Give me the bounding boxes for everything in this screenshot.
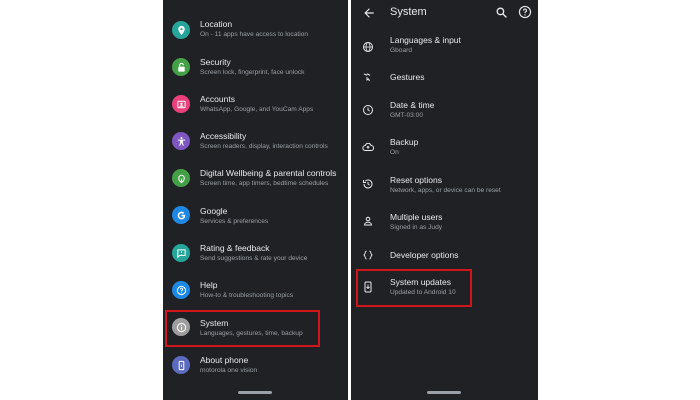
page-title: System (390, 6, 427, 18)
item-title: Digital Wellbeing & parental controls (200, 168, 337, 178)
item-title: Security (200, 57, 231, 67)
settings-item-about-phone[interactable]: About phone motorola one vision (163, 348, 348, 385)
history-icon (362, 177, 374, 189)
item-title: Rating & feedback (200, 243, 270, 253)
item-subtitle: Gboard (390, 47, 412, 54)
item-subtitle: How-to & troubleshooting topics (200, 292, 294, 299)
item-subtitle: GMT-03:00 (390, 112, 423, 119)
settings-item-digital-wellbeing[interactable]: Digital Wellbeing & parental controls Sc… (163, 161, 348, 198)
item-title: Multiple users (390, 212, 443, 222)
cloud-backup-icon (362, 140, 375, 152)
feedback-icon (172, 244, 190, 262)
help-icon[interactable] (518, 5, 532, 19)
item-subtitle: Screen time, app timers, bedtime schedul… (200, 180, 329, 187)
item-title: About phone (200, 355, 249, 365)
item-title: Location (200, 19, 233, 29)
system-item-backup[interactable]: Backup On (351, 130, 538, 167)
search-icon[interactable] (495, 6, 508, 19)
settings-item-accessibility[interactable]: Accessibility Screen readers, display, i… (163, 124, 348, 161)
settings-item-rating-feedback[interactable]: Rating & feedback Send suggestions & rat… (163, 236, 348, 273)
item-title: Languages & input (390, 35, 461, 45)
item-title: Developer options (390, 250, 459, 260)
item-subtitle: Screen readers, display, interaction con… (200, 143, 328, 150)
code-braces-icon (362, 248, 374, 260)
settings-item-accounts[interactable]: Accounts WhatsApp, Google, and YouCam Ap… (163, 87, 348, 124)
system-item-languages-input[interactable]: Languages & input Gboard (351, 28, 538, 65)
item-subtitle: Screen lock, fingerprint, face unlock (200, 69, 305, 76)
system-highlight-box (165, 310, 320, 347)
item-subtitle: On (390, 149, 399, 156)
item-subtitle: motorola one vision (200, 367, 258, 374)
item-title: Gestures (390, 72, 425, 82)
settings-item-security[interactable]: Security Screen lock, fingerprint, face … (163, 50, 348, 87)
clock-icon (362, 103, 374, 115)
gesture-icon (362, 70, 374, 82)
item-subtitle: On - 11 apps have access to location (200, 31, 309, 38)
system-screen: System Languages & input Gboard Gestures… (351, 0, 538, 400)
item-title: Google (200, 206, 228, 216)
system-item-reset-options[interactable]: Reset options Network, apps, or device c… (351, 168, 538, 205)
system-updates-highlight-box (356, 269, 472, 307)
phone-icon (172, 356, 190, 374)
settings-item-help[interactable]: Help How-to & troubleshooting topics (163, 273, 348, 310)
person-icon (362, 214, 374, 226)
item-title: Accounts (200, 94, 235, 104)
accessibility-icon (172, 132, 190, 150)
system-item-multiple-users[interactable]: Multiple users Signed in as Judy (351, 205, 538, 242)
item-subtitle: Network, apps, or device can be reset (390, 187, 501, 194)
item-title: Backup (390, 137, 419, 147)
lock-icon (172, 58, 190, 76)
item-subtitle: Services & preferences (200, 218, 269, 225)
settings-item-google[interactable]: Google Services & preferences (163, 199, 348, 236)
item-subtitle: WhatsApp, Google, and YouCam Apps (200, 106, 314, 113)
help-icon (172, 281, 190, 299)
location-pin-icon (172, 21, 190, 39)
item-title: Accessibility (200, 131, 247, 141)
item-subtitle: Signed in as Judy (390, 224, 443, 231)
globe-icon (362, 40, 374, 52)
settings-screen: Location On - 11 apps have access to loc… (163, 0, 348, 400)
item-title: Help (200, 280, 218, 290)
system-item-date-time[interactable]: Date & time GMT-03:00 (351, 93, 538, 130)
settings-item-location[interactable]: Location On - 11 apps have access to loc… (163, 12, 348, 49)
item-title: Reset options (390, 175, 442, 185)
gesture-nav-bar[interactable] (238, 391, 272, 394)
gesture-nav-bar[interactable] (427, 391, 461, 394)
item-title: Date & time (390, 100, 435, 110)
item-subtitle: Send suggestions & rate your device (200, 255, 308, 262)
back-arrow-icon[interactable] (362, 6, 376, 20)
account-icon (172, 95, 190, 113)
wellbeing-icon (172, 169, 190, 187)
google-icon (172, 206, 190, 224)
